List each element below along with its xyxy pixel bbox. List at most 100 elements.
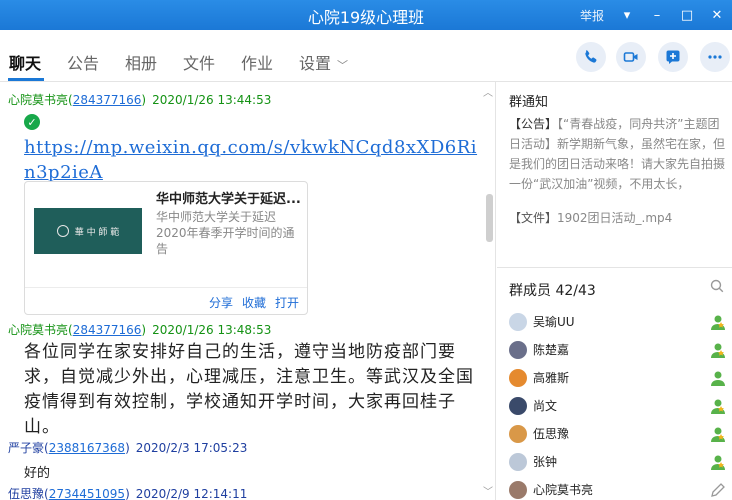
member-name: 陈楚嘉 [533, 343, 570, 357]
member-item[interactable]: 高雅斯 [509, 366, 727, 390]
avatar [509, 397, 527, 415]
member-item[interactable]: 陈楚嘉 [509, 338, 727, 362]
members-title: 群成员 42/43 [509, 283, 596, 299]
member-item[interactable]: 吴瑜UU [509, 310, 727, 334]
admin-badge-icon [711, 315, 725, 330]
avatar [509, 453, 527, 471]
sender-name[interactable]: 心院莫书亮 [8, 323, 68, 337]
university-logo-icon [56, 225, 69, 237]
admin-badge-icon [711, 399, 725, 414]
sender-qq-number[interactable]: 284377166 [73, 93, 142, 107]
message-time: 2020/2/3 17:05:23 [135, 441, 248, 455]
favorite-button[interactable]: 收藏 [242, 294, 266, 311]
group-notice-content[interactable]: 【公告】【“青春战疫，同舟共济”主题团日活动】新学期新气象，虽然宅在家，但是我们… [509, 114, 725, 194]
member-name: 尚文 [533, 399, 558, 413]
sender-qq-number[interactable]: 284377166 [73, 323, 142, 337]
message-link[interactable]: https://mp.weixin.qq.com/s/vkwkNCqd8xXD6… [24, 135, 484, 185]
message-header: 严子豪(2388167368) 2020/2/3 17:05:23 [8, 439, 247, 456]
add-app-icon [666, 50, 680, 64]
tab-bar: 聊天 公告 相册 文件 作业 设置 ﹀ [0, 30, 732, 82]
window-controls: 举报 ▾ – □ ✕ [572, 0, 732, 30]
chat-scrollbar[interactable]: ︿ ﹀ [483, 82, 493, 500]
minimize-button[interactable]: – [642, 0, 672, 30]
member-item[interactable]: 伍思豫 [509, 422, 727, 446]
admin-badge-icon [711, 455, 725, 470]
phone-icon [585, 50, 597, 63]
tab-settings-label: 设置 [299, 54, 332, 73]
voice-call-button[interactable] [576, 42, 606, 72]
paren-close: ) [141, 93, 147, 107]
side-divider [497, 267, 732, 268]
member-name: 张钟 [533, 455, 558, 469]
sender-qq-number[interactable]: 2734451095 [49, 487, 125, 500]
article-card[interactable]: 華 中 師 範 华中师范大学关于延迟... 华中师范大学关于延迟2020年春季开… [24, 181, 308, 315]
message-header: 心院莫书亮(284377166) 2020/1/26 13:48:53 [8, 321, 271, 338]
scroll-up-icon[interactable]: ︿ [483, 84, 493, 99]
sender-name[interactable]: 伍思豫 [8, 487, 44, 500]
message-time: 2020/1/26 13:48:53 [152, 323, 272, 337]
chat-history[interactable]: 心院莫书亮(284377166) 2020/1/26 13:44:53 ✓ htt… [0, 82, 496, 500]
file-tag: 【文件】 [509, 211, 558, 225]
tab-settings[interactable]: 设置 ﹀ [299, 50, 348, 74]
add-app-button[interactable] [658, 42, 688, 72]
message-text: 好的 [24, 466, 51, 481]
paren-close: ) [141, 323, 147, 337]
dropdown-button[interactable]: ▾ [612, 0, 642, 30]
more-button[interactable] [700, 42, 730, 72]
tab-homework[interactable]: 作业 [241, 50, 273, 74]
active-tab-indicator [8, 78, 44, 81]
avatar [509, 369, 527, 387]
article-description: 华中师范大学关于延迟2020年春季开学时间的通告 [156, 210, 295, 256]
tab-files[interactable]: 文件 [183, 50, 215, 74]
article-thumbnail: 華 中 師 範 [34, 208, 142, 254]
open-button[interactable]: 打开 [275, 294, 299, 311]
admin-badge-icon [711, 427, 725, 442]
admin-badge-icon [711, 343, 725, 358]
member-item[interactable]: 张钟 [509, 450, 727, 474]
message-text: 各位同学在家安排好自己的生活，遵守当地防疫部门要求，自觉减少外出，心理减压，注意… [24, 342, 474, 437]
avatar [509, 425, 527, 443]
edit-icon[interactable] [709, 481, 727, 499]
maximize-button[interactable]: □ [672, 0, 702, 30]
share-button[interactable]: 分享 [209, 294, 233, 311]
member-name: 吴瑜UU [533, 315, 575, 329]
avatar [509, 481, 527, 499]
group-notice-title[interactable]: 群通知 [509, 91, 548, 110]
tab-chat[interactable]: 聊天 [9, 50, 41, 74]
tab-announcement[interactable]: 公告 [67, 50, 99, 74]
sender-qq-number[interactable]: 2388167368 [49, 441, 125, 455]
scroll-thumb[interactable] [486, 194, 493, 242]
thumbnail-text: 華 中 師 範 [74, 227, 120, 238]
sender-name[interactable]: 严子豪 [8, 441, 44, 455]
close-button[interactable]: ✕ [702, 0, 732, 30]
member-name: 高雅斯 [533, 371, 570, 385]
message-header: 伍思豫(2734451095) 2020/2/9 12:14:11 [8, 485, 247, 500]
video-icon [623, 52, 638, 62]
chevron-down-icon: ﹀ [337, 59, 349, 72]
report-button[interactable]: 举报 [572, 0, 612, 30]
more-icon [708, 55, 722, 59]
verified-link-icon: ✓ [24, 114, 40, 130]
search-icon[interactable] [710, 279, 724, 293]
side-panel: 群通知 【公告】【“青春战疫，同舟共济”主题团日活动】新学期新气象，虽然宅在家，… [497, 82, 732, 500]
tab-album[interactable]: 相册 [125, 50, 157, 74]
message-header: 心院莫书亮(284377166) 2020/1/26 13:44:53 [8, 91, 271, 108]
member-name: 伍思豫 [533, 427, 570, 441]
message-time: 2020/1/26 13:44:53 [152, 93, 272, 107]
notice-file[interactable]: 【文件】1902团日活动_.mp4 [509, 209, 672, 226]
message-time: 2020/2/9 12:14:11 [135, 487, 248, 500]
notice-tag: 【公告】 [509, 117, 558, 131]
member-item[interactable]: 尚文 [509, 394, 727, 418]
card-divider [25, 287, 307, 288]
sender-name[interactable]: 心院莫书亮 [8, 93, 68, 107]
video-call-button[interactable] [616, 42, 646, 72]
title-bar: 心院19级心理班 举报 ▾ – □ ✕ [0, 0, 732, 30]
qq-group-window: 心院19级心理班 举报 ▾ – □ ✕ 聊天 公告 相册 文件 作业 设置 ﹀ [0, 0, 732, 500]
avatar [509, 313, 527, 331]
article-title: 华中师范大学关于延迟... [156, 192, 301, 207]
avatar [509, 341, 527, 359]
paren-close: ) [125, 487, 130, 500]
member-name: 心院莫书亮 [533, 483, 594, 497]
scroll-down-icon[interactable]: ﹀ [483, 483, 493, 498]
member-item[interactable]: 心院莫书亮 [509, 478, 727, 500]
